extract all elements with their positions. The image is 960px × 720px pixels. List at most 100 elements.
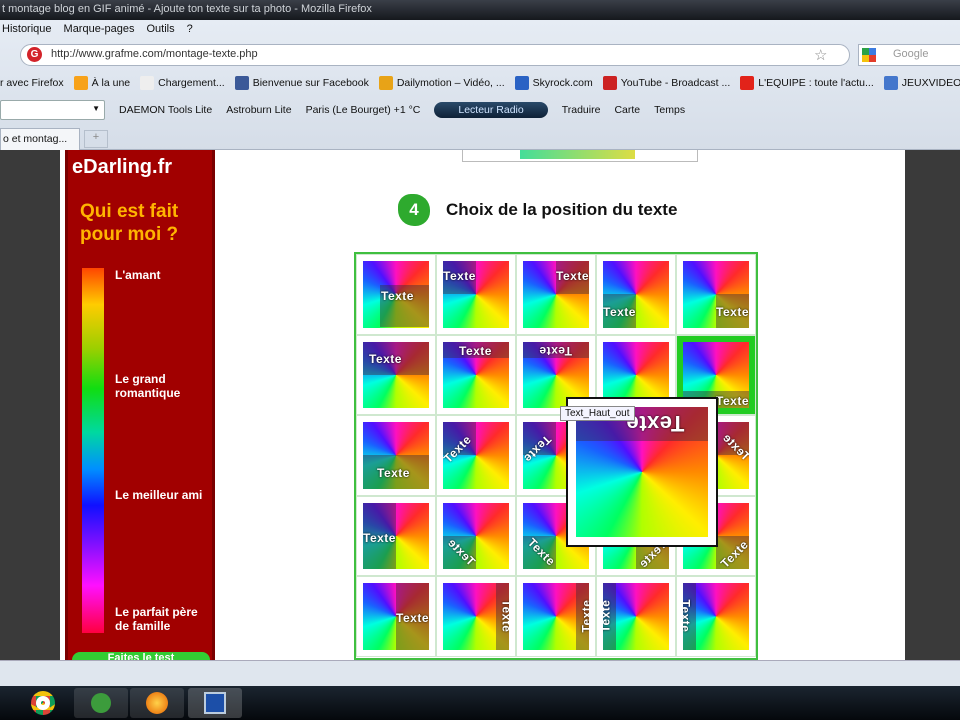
step-number-badge: 4 — [398, 194, 430, 226]
taskbar-app-icon[interactable] — [188, 688, 242, 718]
bookmark-label: L'EQUIPE : toute l'actu... — [758, 77, 874, 89]
bookmark-item[interactable]: Chargement... — [140, 76, 225, 90]
thumbnail-text: Texte — [603, 599, 613, 633]
tab-bar — [0, 126, 960, 150]
time-button[interactable]: Temps — [654, 104, 685, 116]
position-thumbnail: Texte — [443, 422, 509, 489]
menu-help[interactable]: ? — [187, 23, 193, 40]
menu-tools[interactable]: Outils — [146, 23, 174, 40]
position-thumbnail: Texte — [363, 422, 429, 489]
new-tab-button[interactable]: + — [84, 130, 108, 148]
ad-color-scale — [82, 268, 104, 633]
bookmark-item[interactable]: À la une — [73, 76, 131, 90]
position-option-4[interactable]: Texte — [596, 254, 676, 335]
radio-player[interactable]: Lecteur Radio — [434, 102, 548, 118]
position-option-25[interactable]: Texte — [676, 576, 756, 657]
position-option-17[interactable]: Texte — [436, 495, 516, 576]
thumbnail-text: Texte — [363, 530, 396, 545]
bookmark-icon — [73, 76, 88, 90]
search-engine-icon[interactable] — [862, 48, 876, 62]
url-input[interactable]: http://www.grafme.com/montage-texte.php — [20, 44, 850, 66]
thumbnail-text: Texte — [499, 599, 509, 633]
bookmarks-bar: r avec Firefox À la une Chargement... Bienv… — [0, 72, 960, 94]
toolbar-dropdown[interactable] — [0, 100, 105, 120]
tooltip: Text_Haut_out — [560, 406, 635, 421]
weather-button[interactable]: Paris (Le Bourget) +1 °C — [306, 104, 421, 116]
position-option-6[interactable]: Texte — [356, 334, 436, 415]
ad-level-1: L'amant — [115, 268, 161, 282]
position-option-12[interactable]: Texte — [436, 415, 516, 496]
bookmark-item[interactable]: Skyrock.com — [514, 76, 593, 90]
page-margin-right — [905, 150, 960, 660]
position-option-23[interactable]: Texte — [516, 576, 596, 657]
ad-level-2: Le grand romantique — [115, 372, 181, 400]
thumbnail-text: Texte — [683, 599, 693, 633]
ad-level-4: Le parfait père de famille — [115, 605, 198, 633]
position-thumbnail: Texte — [523, 261, 589, 328]
position-thumbnail: Texte — [683, 261, 749, 328]
bookmark-icon — [740, 76, 755, 90]
position-thumbnail: Texte — [363, 583, 429, 650]
bookmark-label: Skyrock.com — [532, 77, 593, 89]
thumbnail-text: Texte — [716, 393, 749, 408]
bookmark-item[interactable]: r avec Firefox — [0, 77, 64, 89]
position-option-7[interactable]: Texte — [436, 334, 516, 415]
position-thumbnail: Texte — [443, 261, 509, 328]
bookmark-label: Chargement... — [158, 77, 225, 89]
preview-text: Texte — [626, 411, 685, 436]
position-thumbnail: Texte — [603, 583, 669, 650]
bookmark-item[interactable]: Dailymotion – Vidéo, ... — [378, 76, 505, 90]
preview-image: Texte — [576, 407, 708, 537]
taskbar-chrome-icon[interactable] — [16, 688, 70, 718]
thumbnail-text: Texte — [459, 343, 492, 358]
position-thumbnail: Texte — [443, 341, 509, 408]
tab-active[interactable]: o et montag... — [0, 128, 80, 150]
translate-button[interactable]: Traduire — [562, 104, 601, 116]
daemon-tools-button[interactable]: DAEMON Tools Lite — [119, 104, 212, 116]
menu-bookmarks[interactable]: Marque-pages — [64, 23, 135, 40]
taskbar-messenger-icon[interactable] — [74, 688, 128, 718]
position-option-24[interactable]: Texte — [596, 576, 676, 657]
bookmark-item[interactable]: L'EQUIPE : toute l'actu... — [740, 76, 874, 90]
menu-bar: Historique Marque-pages Outils ? — [0, 20, 193, 40]
position-thumbnail: Texte — [603, 261, 669, 328]
position-option-5[interactable]: Texte — [676, 254, 756, 335]
bookmark-icon — [378, 76, 393, 90]
bookmark-label: À la une — [91, 77, 131, 89]
bookmark-icon — [883, 76, 898, 90]
position-option-11[interactable]: Texte — [356, 415, 436, 496]
thumbnail-text: Texte — [603, 305, 636, 319]
step-title: Choix de la position du texte — [446, 200, 678, 219]
menu-history[interactable]: Historique — [2, 23, 52, 40]
map-button[interactable]: Carte — [614, 104, 640, 116]
taskbar-firefox-icon[interactable] — [130, 688, 184, 718]
bookmark-label: Bienvenue sur Facebook — [252, 77, 369, 89]
position-thumbnail: Texte — [443, 502, 509, 569]
bookmark-item[interactable]: JEUXVIDEO — [883, 76, 960, 90]
thumbnail-text: Texte — [443, 269, 476, 283]
thumbnail-text: Texte — [381, 289, 414, 303]
ad-logo: eDarling.fr — [72, 156, 173, 178]
bookmark-label: YouTube - Broadcast ... — [620, 77, 731, 89]
position-thumbnail: Texte — [523, 583, 589, 650]
position-option-2[interactable]: Texte — [436, 254, 516, 335]
thumbnail-text: Texte — [579, 599, 589, 633]
bookmark-star-icon[interactable]: ☆ — [814, 46, 827, 64]
bookmark-icon — [514, 76, 529, 90]
bookmark-item[interactable]: YouTube - Broadcast ... — [602, 76, 731, 90]
position-option-1[interactable]: Texte — [356, 254, 436, 335]
bookmark-item[interactable]: Bienvenue sur Facebook — [234, 76, 369, 90]
position-option-3[interactable]: Texte — [516, 254, 596, 335]
position-thumbnail: Texte — [363, 341, 429, 408]
window-title: t montage blog en GIF animé - Ajoute ton… — [0, 0, 960, 20]
position-option-22[interactable]: Texte — [436, 576, 516, 657]
position-option-21[interactable]: Texte — [356, 576, 436, 657]
position-thumbnail: Texte — [683, 583, 749, 650]
site-favicon-icon: G — [27, 47, 42, 62]
bookmark-icon — [234, 76, 249, 90]
bookmark-icon — [602, 76, 617, 90]
position-option-16[interactable]: Texte — [356, 495, 436, 576]
position-thumbnail: Texte — [443, 583, 509, 650]
thumbnail-text: Texte — [556, 269, 589, 283]
astroburn-button[interactable]: Astroburn Lite — [226, 104, 291, 116]
